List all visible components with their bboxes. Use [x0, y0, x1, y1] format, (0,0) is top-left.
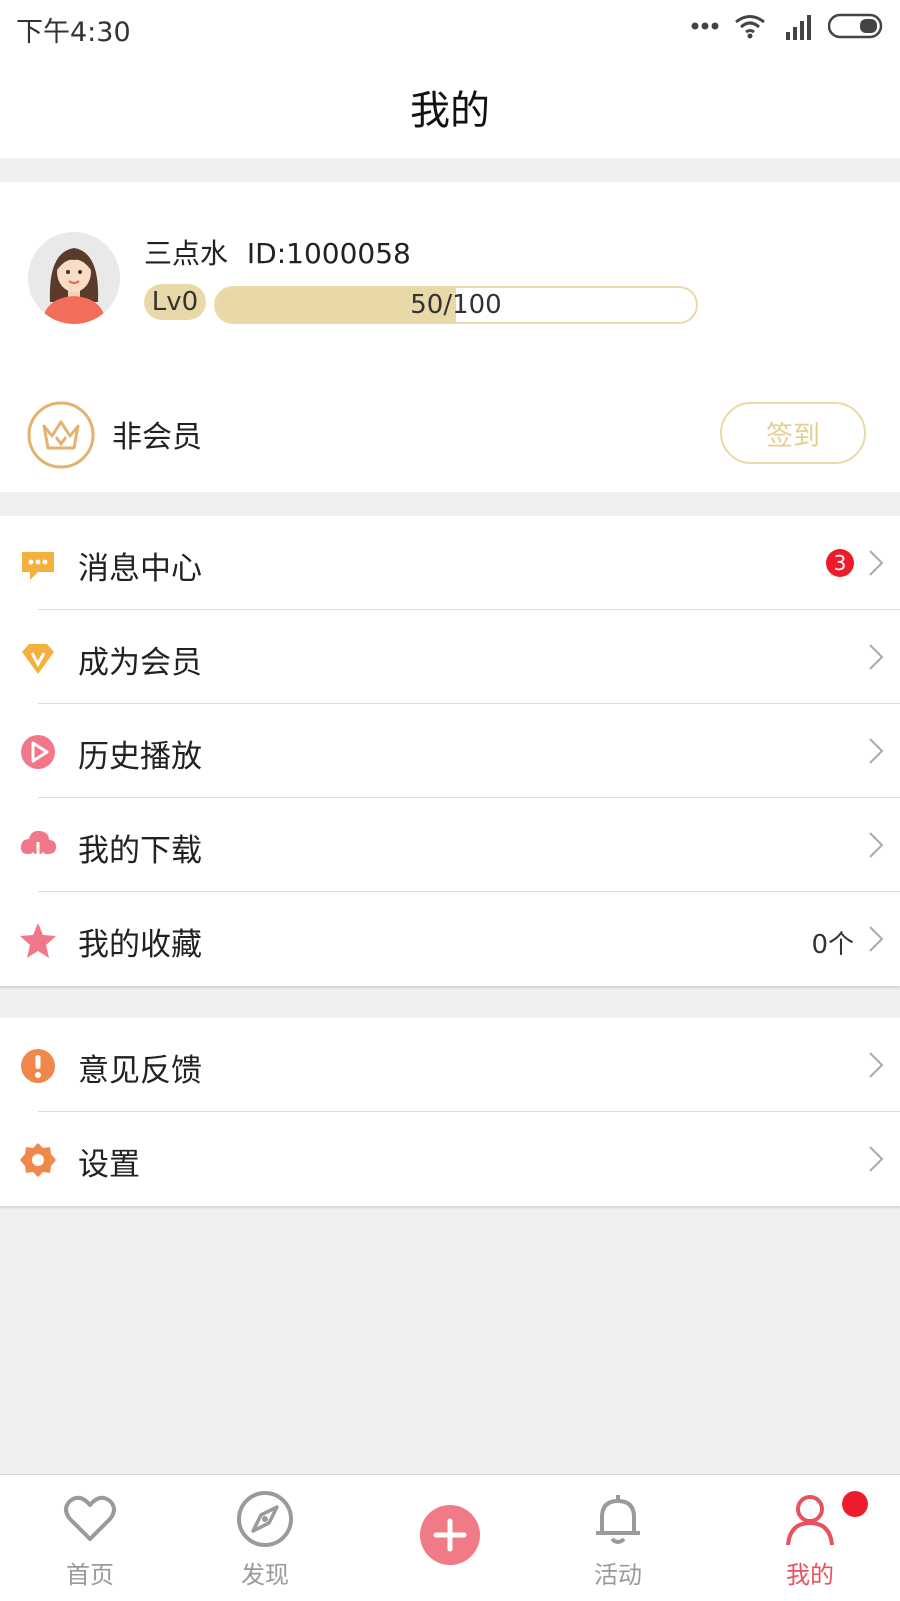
star-icon	[20, 923, 56, 958]
menu-item-label: 意见反馈	[78, 1053, 202, 1089]
menu-item-feedback[interactable]: 意见反馈	[0, 1018, 900, 1112]
chevron-right-icon	[869, 1146, 884, 1172]
status-time: 下午4:30	[16, 17, 131, 48]
crown-icon	[27, 401, 95, 469]
status-bar: 下午4:30	[0, 0, 900, 52]
menu-item-messages[interactable]: 消息中心 3	[0, 516, 900, 610]
page-title: 我的	[410, 88, 490, 134]
chevron-right-icon	[869, 832, 884, 858]
chevron-right-icon	[869, 550, 884, 576]
bottom-tab-bar: 首页 发现 活动 我的	[0, 1474, 900, 1601]
menu-item-become-member[interactable]: 成为会员	[0, 610, 900, 704]
level-progress-text: 50/100	[410, 290, 502, 320]
membership-status: 非会员	[112, 420, 202, 455]
chevron-right-icon	[869, 644, 884, 670]
notification-dot	[842, 1491, 868, 1517]
menu-item-downloads[interactable]: 我的下载	[0, 798, 900, 892]
tab-mine[interactable]: 我的	[750, 1475, 870, 1601]
menu-item-label: 设置	[78, 1147, 140, 1183]
tab-home[interactable]: 首页	[30, 1475, 150, 1601]
message-icon	[22, 552, 54, 580]
add-button[interactable]	[420, 1505, 480, 1565]
chevron-right-icon	[869, 926, 884, 952]
tab-activity[interactable]: 活动	[558, 1475, 678, 1601]
menu-item-label: 消息中心	[78, 551, 202, 587]
menu-item-settings[interactable]: 设置	[0, 1112, 900, 1206]
gear-icon	[20, 1143, 56, 1177]
wifi-icon	[735, 15, 765, 39]
primary-menu: 消息中心 3 成为会员 历史播放 我的下载 我的收藏 0个	[0, 516, 900, 986]
tab-label: 我的	[786, 1561, 834, 1589]
more-dots-icon	[691, 22, 719, 30]
tab-label: 发现	[241, 1561, 289, 1589]
favorites-count: 0个	[811, 930, 854, 960]
signal-icon	[786, 15, 811, 40]
compass-icon	[237, 1491, 293, 1547]
chevron-right-icon	[869, 1052, 884, 1078]
level-progress-bar: 50/100	[214, 286, 698, 324]
username: 三点水	[144, 237, 229, 270]
user-info: 三点水 ID:1000058	[144, 232, 411, 272]
menu-item-label: 成为会员	[78, 645, 202, 681]
unread-badge: 3	[826, 549, 854, 577]
tab-label: 活动	[594, 1561, 642, 1589]
title-bar: 我的	[0, 52, 900, 158]
battery-icon	[828, 13, 883, 39]
person-icon	[786, 1495, 834, 1546]
add-icon	[433, 1518, 467, 1552]
play-history-icon	[21, 735, 55, 769]
user-id: ID:1000058	[246, 237, 411, 270]
level-badge: Lv0	[144, 284, 206, 320]
sign-in-button[interactable]: 签到	[720, 402, 866, 464]
menu-item-label: 历史播放	[78, 739, 202, 775]
avatar[interactable]	[28, 232, 120, 324]
tab-discover[interactable]: 发现	[205, 1475, 325, 1601]
avatar-image	[28, 232, 120, 324]
menu-item-history[interactable]: 历史播放	[0, 704, 900, 798]
bell-icon	[596, 1495, 640, 1544]
diamond-v-icon	[22, 644, 54, 674]
chevron-right-icon	[869, 738, 884, 764]
tab-label: 首页	[66, 1561, 114, 1589]
profile-card: 三点水 ID:1000058 Lv0 50/100 非会员 签到	[0, 182, 900, 492]
menu-item-label: 我的收藏	[78, 927, 202, 963]
menu-item-label: 我的下载	[78, 833, 202, 869]
secondary-menu: 意见反馈 设置	[0, 1018, 900, 1206]
heart-icon	[64, 1495, 116, 1541]
menu-item-favorites[interactable]: 我的收藏 0个	[0, 892, 900, 986]
exclamation-icon	[21, 1049, 55, 1083]
status-icons	[690, 12, 886, 40]
cloud-download-icon	[20, 830, 56, 862]
